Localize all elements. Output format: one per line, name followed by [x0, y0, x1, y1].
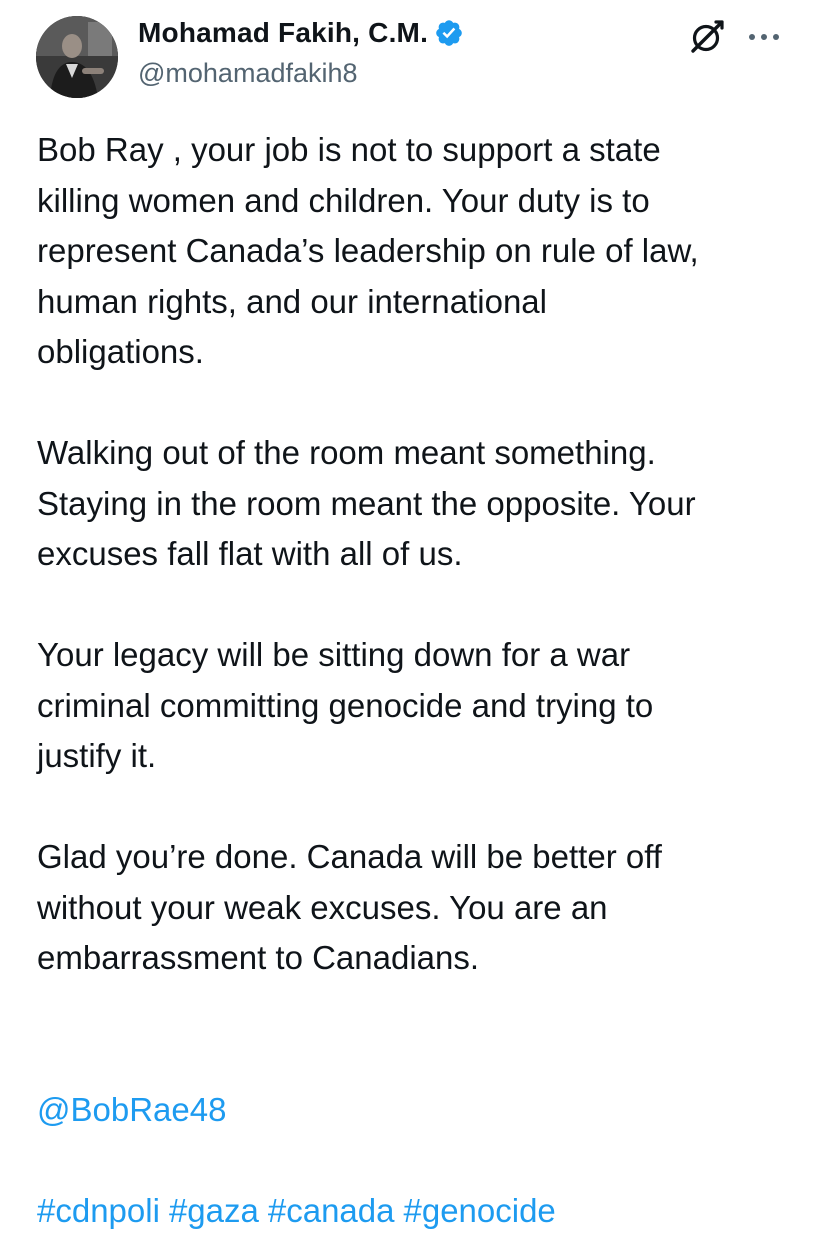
- tweet-card: Mohamad Fakih, C.M. @mohamadfakih8 Bob R…: [0, 0, 819, 1200]
- hashtag-link[interactable]: #canada: [268, 1192, 395, 1229]
- verified-badge-icon: [434, 18, 464, 48]
- paragraph-spacer: [37, 1135, 797, 1186]
- hashtag-link[interactable]: #gaza: [169, 1192, 259, 1229]
- tweet-text: Bob Ray , your job is not to support a s…: [37, 125, 797, 1236]
- tweet-paragraph: Walking out of the room meant something.…: [37, 428, 797, 580]
- paragraph-spacer: [37, 984, 797, 1035]
- avatar-photo: [36, 16, 118, 98]
- mention-line: @BobRae48: [37, 1034, 797, 1135]
- more-options-icon[interactable]: [742, 18, 786, 56]
- tweet-paragraph: Glad you’re done. Canada will be better …: [37, 832, 797, 984]
- author-display-name[interactable]: Mohamad Fakih, C.M.: [138, 17, 428, 49]
- paragraph-spacer: [37, 782, 797, 833]
- hashtag-link[interactable]: #genocide: [403, 1192, 555, 1229]
- paragraph-spacer: [37, 378, 797, 429]
- author-name-row: Mohamad Fakih, C.M.: [138, 14, 464, 52]
- grok-icon[interactable]: [688, 18, 726, 56]
- author-avatar[interactable]: [36, 16, 118, 98]
- hashtag-line: #cdnpoli#gaza#canada#genocide: [37, 1186, 797, 1236]
- mention-link[interactable]: @BobRae48: [37, 1091, 226, 1128]
- hashtag-link[interactable]: #cdnpoli: [37, 1192, 160, 1229]
- paragraph-spacer: [37, 580, 797, 631]
- tweet-paragraph: Your legacy will be sitting down for a w…: [37, 630, 797, 782]
- author-handle[interactable]: @mohamadfakih8: [138, 58, 358, 89]
- tweet-paragraph: Bob Ray , your job is not to support a s…: [37, 125, 797, 378]
